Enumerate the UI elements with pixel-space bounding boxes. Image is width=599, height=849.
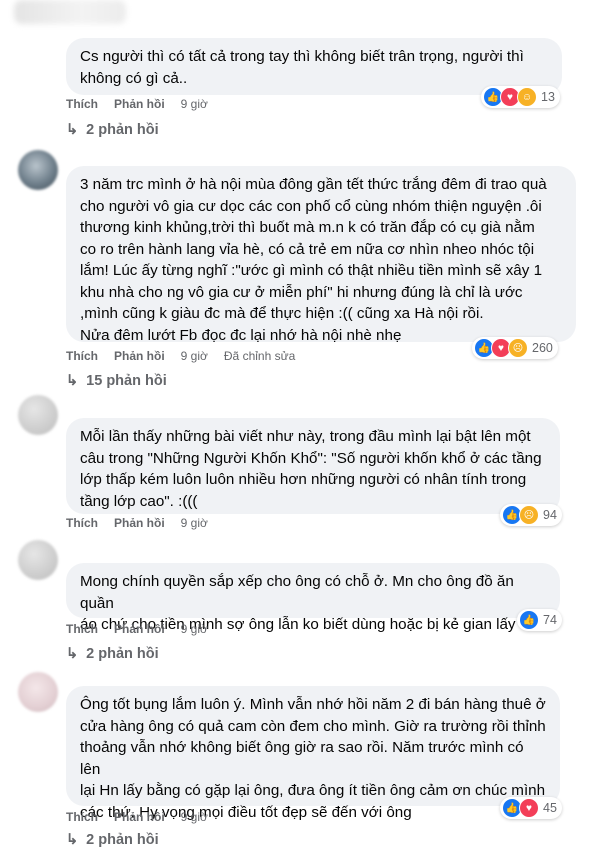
reply-button[interactable]: Phản hồi: [114, 622, 165, 636]
care-icon: ☺: [517, 87, 537, 107]
comment-text: Ông tốt bụng lắm luôn ý. Mình vẫn nhớ hồ…: [80, 696, 546, 821]
avatar[interactable]: [18, 672, 58, 712]
avatar[interactable]: [18, 540, 58, 580]
comment-text: 3 năm trc mình ở hà nội mùa đông gần tết…: [80, 176, 547, 344]
reply-button[interactable]: Phản hồi: [114, 516, 165, 530]
timestamp[interactable]: 9 giờ: [181, 97, 208, 111]
reaction-count: 260: [532, 341, 553, 355]
reply-button[interactable]: Phản hồi: [114, 810, 165, 824]
like-button[interactable]: Thích: [66, 97, 98, 111]
reaction-summary[interactable]: 👍 ♥ ☺ 13: [481, 86, 560, 108]
comment-actions: Thích Phản hồi 9 giờ: [66, 515, 208, 531]
comment-text: Cs người thì có tất cả trong tay thì khô…: [80, 48, 524, 87]
sad-icon: ☹: [508, 338, 528, 358]
sad-icon: ☹: [519, 505, 539, 525]
reaction-summary[interactable]: 👍 74: [517, 609, 562, 631]
reaction-summary[interactable]: 👍 ☹ 94: [500, 504, 562, 526]
avatar[interactable]: [18, 150, 58, 190]
comment-actions: Thích Phản hồi 9 giờ: [66, 96, 208, 112]
replies-count: 2 phản hồi: [86, 646, 159, 662]
view-replies-button[interactable]: ↳ 15 phản hồi: [66, 372, 167, 390]
reaction-count: 74: [543, 613, 557, 627]
reaction-count: 45: [543, 801, 557, 815]
comment-bubble: Mỗi lần thấy những bài viết như này, tro…: [66, 418, 560, 514]
love-icon: ♥: [519, 798, 539, 818]
reply-arrow-icon: ↳: [66, 373, 79, 389]
timestamp[interactable]: 9 giờ: [181, 810, 208, 824]
comment-text: Mỗi lần thấy những bài viết như này, tro…: [80, 428, 542, 510]
reaction-count: 94: [543, 508, 557, 522]
avatar[interactable]: [18, 395, 58, 435]
like-button[interactable]: Thích: [66, 349, 98, 363]
like-button[interactable]: Thích: [66, 810, 98, 824]
blurred-header: [14, 0, 126, 24]
like-button[interactable]: Thích: [66, 516, 98, 530]
reply-button[interactable]: Phản hồi: [114, 97, 165, 111]
reply-button[interactable]: Phản hồi: [114, 349, 165, 363]
reply-arrow-icon: ↳: [66, 646, 79, 662]
reaction-summary[interactable]: 👍 ♥ ☹ 260: [472, 337, 558, 359]
view-replies-button[interactable]: ↳ 2 phản hồi: [66, 121, 159, 139]
timestamp[interactable]: 9 giờ: [181, 516, 208, 530]
reply-arrow-icon: ↳: [66, 122, 79, 138]
comment-actions: Thích Phản hồi 9 giờ Đã chỉnh sửa: [66, 348, 295, 364]
view-replies-button[interactable]: ↳ 2 phản hồi: [66, 645, 159, 663]
comment-bubble: Ông tốt bụng lắm luôn ý. Mình vẫn nhớ hồ…: [66, 686, 560, 821]
like-icon: 👍: [519, 610, 539, 630]
comment-bubble: Mong chính quyền sắp xếp cho ông có chỗ …: [66, 563, 560, 633]
edited-label: Đã chỉnh sửa: [223, 349, 296, 363]
replies-count: 2 phản hồi: [86, 122, 159, 138]
reply-arrow-icon: ↳: [66, 832, 79, 848]
replies-count: 2 phản hồi: [86, 832, 159, 848]
reaction-count: 13: [541, 90, 555, 104]
comment-actions: Thích Phản hồi 9 giờ: [66, 621, 208, 637]
comment-bubble: 3 năm trc mình ở hà nội mùa đông gần tết…: [66, 166, 576, 344]
comment-actions: Thích Phản hồi 9 giờ: [66, 809, 208, 825]
view-replies-button[interactable]: ↳ 2 phản hồi: [66, 831, 159, 849]
reaction-summary[interactable]: 👍 ♥ 45: [500, 797, 562, 819]
replies-count: 15 phản hồi: [86, 373, 167, 389]
like-button[interactable]: Thích: [66, 622, 98, 636]
timestamp[interactable]: 9 giờ: [181, 622, 208, 636]
timestamp[interactable]: 9 giờ: [181, 349, 208, 363]
